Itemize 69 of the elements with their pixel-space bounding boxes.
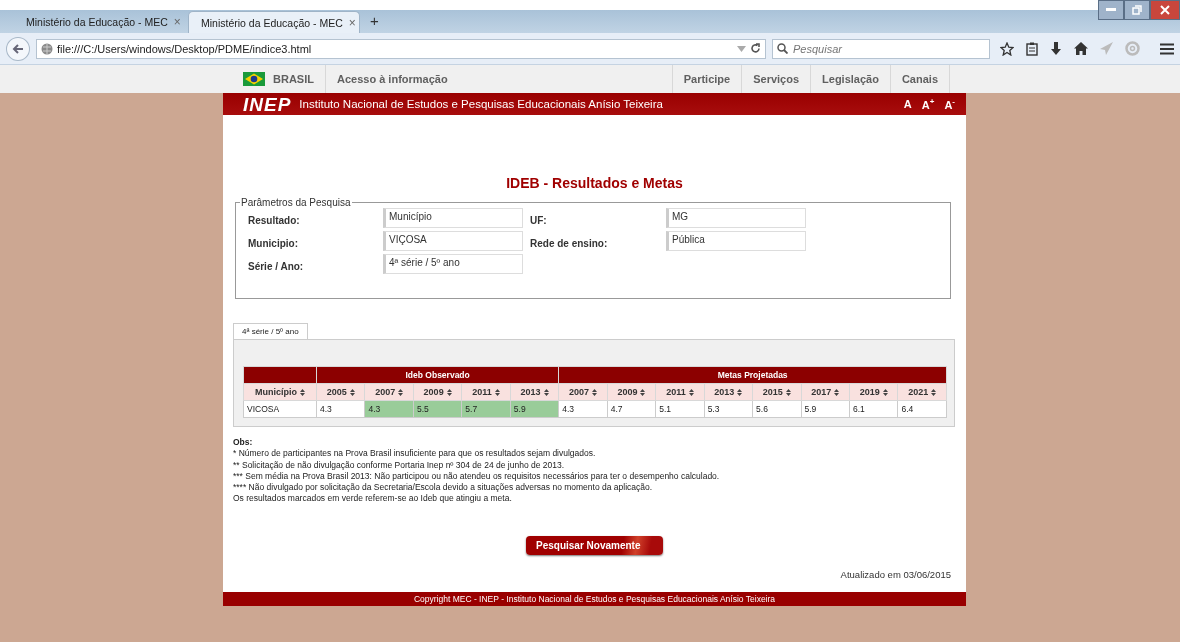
note-line: * Número de participantes na Prova Brasil insuficiente para que os resultados sejam divulgados. [233, 448, 597, 460]
sort-icon [543, 389, 549, 397]
minimize-button[interactable] [1098, 0, 1124, 20]
text-field[interactable]: 4ª série / 5º ano [383, 254, 523, 274]
sort-icon [688, 389, 694, 397]
flag-icon [243, 72, 265, 86]
sort-icon [640, 389, 646, 397]
browser-tab[interactable]: Ministério da Educação - MEC × [14, 11, 186, 33]
close-button[interactable] [1150, 0, 1180, 20]
updated-date: Atualizado em 03/06/2015 [839, 568, 951, 580]
star-icon[interactable] [1000, 41, 1014, 56]
group-header: Metas Projetadas [558, 366, 947, 384]
text-field[interactable]: VIÇOSA [383, 231, 523, 251]
font-size-control[interactable]: A$^{+}$ [920, 97, 936, 111]
search-icon [777, 42, 788, 54]
sort-icon [494, 389, 500, 397]
sort-icon [349, 389, 355, 397]
notes-title: Obs: [233, 437, 254, 449]
text-field[interactable]: Pública [666, 231, 806, 251]
site-title: Instituto Nacional de Estudos e Pesquisas Educacionais Anísio Teixeira [299, 98, 664, 110]
group-header: Ideb Observado [316, 366, 559, 384]
note-line: Os resultados marcados em verde referem-se ao Ideb que atingiu a meta. [233, 493, 513, 505]
clipboard-icon[interactable] [1026, 41, 1038, 56]
globe-icon [40, 42, 53, 55]
sort-icon [785, 389, 791, 397]
sort-icon [834, 389, 840, 397]
sort-icon [592, 389, 597, 397]
note-line: **** Não divulgado por solicitação da Secretaria/Escola devido a situações adversas no momento da aplicação. [233, 482, 654, 494]
close-icon[interactable]: × [173, 15, 181, 29]
font-size-control[interactable]: A$^{-}$ [943, 97, 956, 111]
close-icon[interactable]: × [348, 15, 356, 30]
field-label: UF: [530, 214, 548, 226]
new-tab-button[interactable]: + [362, 11, 387, 33]
home-icon[interactable] [1074, 42, 1088, 55]
page-title: IDEB - Resultados e Metas [505, 175, 684, 193]
sort-icon [300, 389, 305, 397]
sort-icon [446, 389, 452, 397]
close-icon [1160, 5, 1170, 15]
download-icon[interactable] [1050, 41, 1062, 56]
note-line: ** Solicitação de não divulgação conforme Portaria Inep nº 304 de 24 de junho de 2013. [233, 459, 566, 471]
font-size-control[interactable]: A [902, 98, 913, 110]
field-label: Municipio: [248, 237, 299, 249]
result-tab[interactable]: 4ª série / 5º ano [233, 323, 308, 339]
note-line: *** Sem média na Prova Brasil 2013: Não participou ou não atendeu os requisitos necessários para ter o desempenho calculado. [233, 470, 721, 483]
field-label: Rede de ensino: [530, 237, 609, 249]
field-label: Resultado: [248, 214, 301, 226]
minimize-icon [1106, 8, 1116, 12]
address-bar[interactable]: file:///C:/Users/windows/Desktop/PDME/indice3.html [35, 38, 766, 59]
back-button[interactable] [6, 36, 30, 61]
menu-icon[interactable] [1160, 42, 1174, 55]
search-again-button[interactable]: Pesquisar Novamente [526, 535, 663, 555]
restore-icon [1132, 5, 1142, 15]
nav-link[interactable]: Acesso à informação [326, 65, 459, 93]
sort-icon [398, 389, 404, 397]
sort-icon [931, 389, 937, 397]
restore-button[interactable] [1124, 0, 1150, 20]
search-field[interactable]: Pesquisar [772, 38, 990, 59]
country-link[interactable]: BRASIL [273, 73, 314, 85]
panel-legend: Parâmetros da Pesquisa [240, 197, 352, 208]
sort-icon [737, 389, 743, 397]
text-field[interactable]: MG [666, 208, 806, 228]
back-icon [11, 42, 24, 55]
sort-icon [882, 389, 888, 397]
site-logo[interactable]: INEP [243, 94, 292, 114]
footer-text: Copyright MEC - INEP - Instituto Nacional de Estudos e Pesquisas Educacionais Anísio Teixeira [223, 592, 966, 606]
browser-tab[interactable]: Ministério da Educação - MEC × [188, 11, 360, 33]
text-field[interactable]: Município [383, 208, 523, 228]
reload-icon[interactable] [750, 43, 761, 54]
field-label: Série / Ano: [248, 260, 305, 272]
